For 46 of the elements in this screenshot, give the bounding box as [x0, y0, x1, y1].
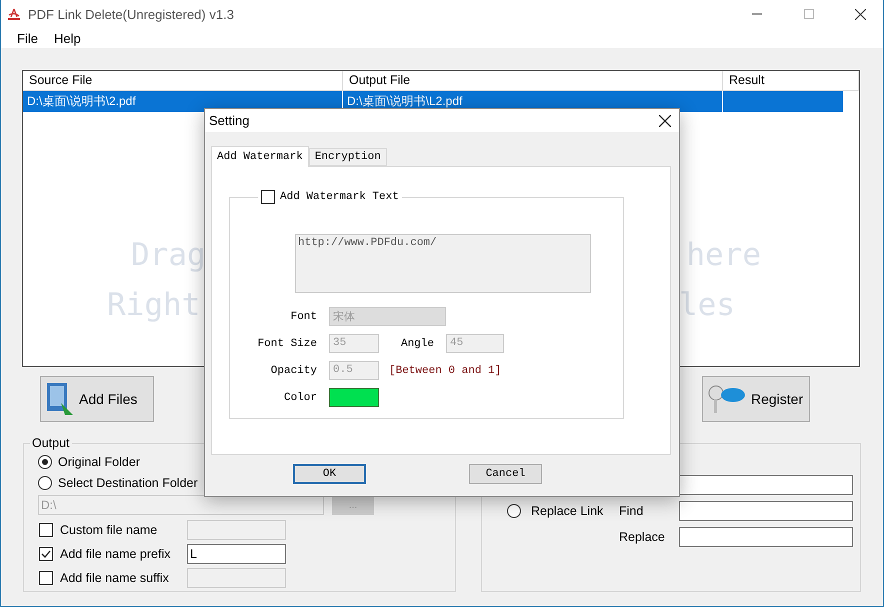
cancel-button[interactable]: Cancel [469, 464, 542, 484]
color-swatch[interactable] [329, 388, 379, 407]
option-label: Original Folder [58, 454, 140, 468]
checkbox-label: Custom file name [60, 523, 158, 537]
close-icon [855, 8, 866, 20]
field-label: Angle [400, 338, 434, 350]
input-field[interactable]: L [187, 544, 286, 564]
checkbox-label: Add file name suffix [60, 571, 169, 585]
window-title: PDF Link Delete(Unregistered) v1.3 [28, 6, 235, 22]
field-label: Font Size [258, 338, 317, 350]
ok-button[interactable]: OK [293, 464, 366, 484]
group-title: Output [30, 436, 72, 450]
field-label: Color [284, 392, 317, 404]
checkbox[interactable] [39, 571, 53, 585]
checkbox[interactable] [39, 523, 53, 537]
radio-button[interactable] [507, 504, 521, 518]
option-label: Replace Link [531, 504, 604, 518]
watermark-text-field[interactable]: http://www.PDFdu.com/ [295, 234, 591, 293]
option-label: Select Destination Folder [58, 476, 198, 490]
dialog-title: Setting [209, 113, 250, 128]
maximize-icon [804, 9, 814, 19]
app-icon [7, 7, 21, 21]
range-hint: [Between 0 and 1] [389, 364, 502, 376]
checkbox-label: Add file name prefix [60, 547, 170, 561]
replace-label: Replace [619, 530, 665, 544]
menu-item[interactable]: Help [54, 30, 81, 46]
field-label: Opacity [270, 364, 317, 376]
field-label: Font [290, 310, 317, 322]
replace-field[interactable] [678, 527, 853, 547]
add-files-button[interactable]: Add Files [40, 376, 154, 422]
close-icon[interactable] [659, 114, 671, 126]
input-field[interactable] [187, 520, 286, 540]
checkbox-label: Add Watermark Text [280, 191, 399, 203]
checkbox[interactable] [39, 547, 53, 561]
register-button[interactable]: Register [702, 376, 810, 422]
find-field[interactable] [678, 501, 853, 521]
input-field[interactable] [678, 475, 853, 495]
checkbox[interactable] [261, 190, 275, 204]
document-icon [45, 381, 75, 417]
radio-button[interactable] [38, 476, 52, 490]
tab[interactable]: Encryption [308, 148, 387, 166]
input-field[interactable] [187, 568, 286, 588]
tab[interactable]: Add Watermark [211, 146, 309, 167]
radio-button[interactable] [38, 454, 52, 468]
menu-item[interactable]: File [17, 30, 38, 46]
find-label: Find [619, 504, 644, 518]
